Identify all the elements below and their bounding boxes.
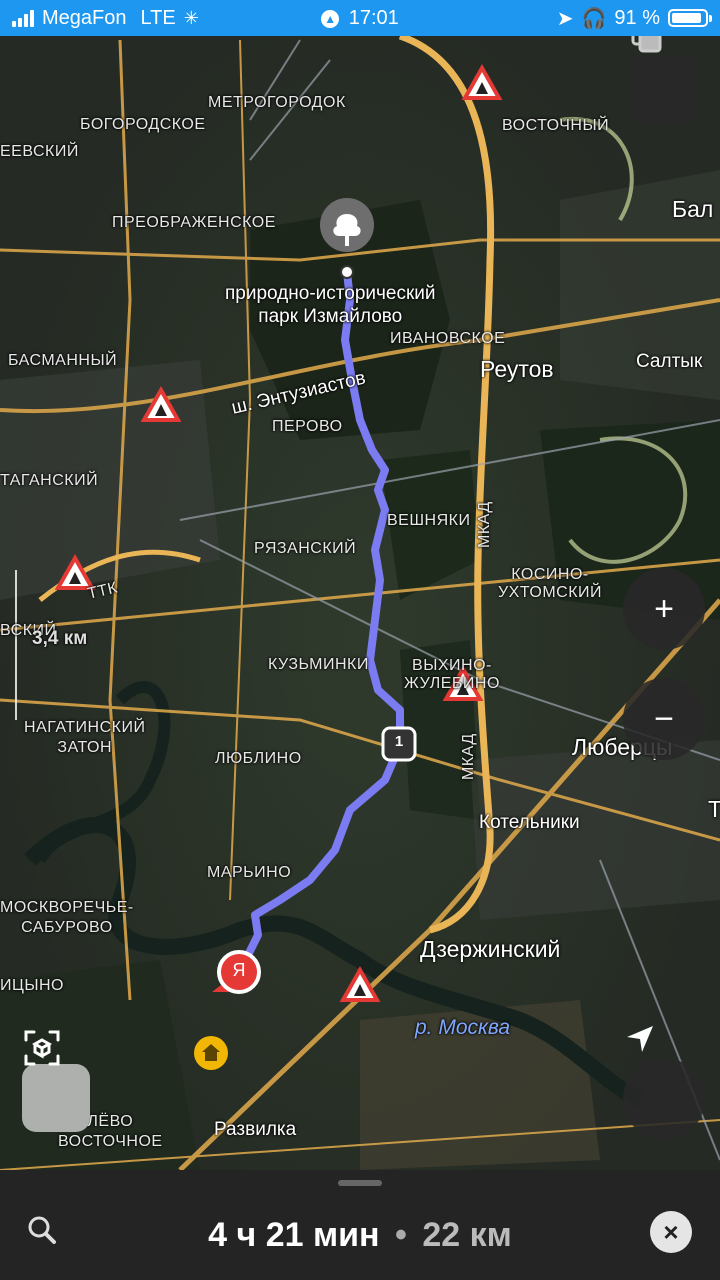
map-label: РЯЗАНСКИЙ [254,540,357,557]
map-canvas [0,36,720,1170]
me-marker-text: Я [232,960,246,980]
map-label: БАСМАННЫЙ [8,352,118,369]
location-arrow-icon: ➤ [556,7,574,30]
map-label: НАГАТИНСКИЙ ЗАТОН [24,719,146,756]
map-label: Развилка [214,1119,297,1140]
battery-percent: 91 % [614,6,660,29]
ar-view-button[interactable] [22,1030,90,1132]
map-label: МАРЬИНО [207,864,292,881]
route-start-point [340,265,354,279]
route-summary: 4 ч 21 мин • 22 км [0,1216,720,1255]
map-label: МКАД [476,501,493,548]
layers-icon [631,36,662,53]
map-label: ПРЕОБРАЖЕНСКОЕ [112,214,276,231]
map-label-park: природно-исторический парк Измайлово [225,283,436,327]
map-label: МЕТРОГОРОДОК [208,94,346,111]
battery-icon [668,9,712,27]
navigation-arrow-icon [627,1026,653,1052]
route-separator: • [395,1216,407,1254]
route-number-text: 1 [394,733,404,750]
navigation-active-icon: ▲ [321,10,340,28]
route-distance: 22 км [422,1216,512,1254]
map-label: ЛЮБЛИНО [215,750,302,767]
map-label: Дзержинский [420,936,561,962]
loading-spinner-icon: ✳ [183,7,199,28]
signal-icon [12,9,34,27]
map-label: Салтык [636,351,703,372]
map-label: ВОСТОЧНЫЙ [502,117,610,134]
clock: 17:01 [348,7,399,29]
map-label: ТАГАНСКИЙ [0,472,99,489]
map-label: ВЫХИНО- ЖУЛЕБИНО [404,657,500,692]
sheet-drag-handle[interactable] [338,1180,382,1186]
close-route-button[interactable]: × [650,1211,692,1253]
layers-button[interactable] [629,36,699,126]
map-label: КОСИНО- УХТОМСКИЙ [498,566,603,601]
map-view[interactable]: МЕТРОГОРОДОК БОГОРОДСКОЕ ВОСТОЧНЫЙ ЕЕВСК… [0,36,720,1170]
headphones-icon: 🎧 [581,7,607,30]
scale-label: 3,4 км [32,628,88,649]
map-label: МОСКВОРЕЧЬЕ- САБУРОВО [0,899,134,936]
map-label: Котельники [479,812,580,833]
map-label: Реутов [480,356,554,382]
zoom-out-button[interactable]: − [623,678,705,760]
status-bar: MegaFon LTE ✳ ▲ 17:01 ➤ 🎧 91 % [0,0,720,36]
map-label: ИВАНОВСКОЕ [390,330,506,347]
map-label: ИЦЫНО [0,977,64,994]
close-icon: × [663,1216,679,1247]
map-label: ПЕРОВО [272,418,343,435]
map-label: МКАД [460,733,477,780]
map-label: КУЗЬМИНКИ [268,656,369,673]
map-label: Бал [672,196,714,222]
map-label: Т [708,796,720,822]
map-label: ЕЕВСКИЙ [0,143,79,160]
network-type: LTE [140,6,176,29]
route-duration: 4 ч 21 мин [208,1216,380,1254]
zoom-in-button[interactable]: + [623,568,705,650]
battery-level [672,13,702,23]
carrier-name: MegaFon [42,6,127,29]
map-label-river: р. Москва [415,1016,511,1039]
cube-3d-icon [24,1030,60,1066]
route-sheet[interactable]: 4 ч 21 мин • 22 км × [0,1170,720,1280]
map-label: ВЕШНЯКИ [387,512,471,529]
map-label: БОГОРОДСКОЕ [80,116,206,133]
my-location-button[interactable] [623,1026,705,1140]
